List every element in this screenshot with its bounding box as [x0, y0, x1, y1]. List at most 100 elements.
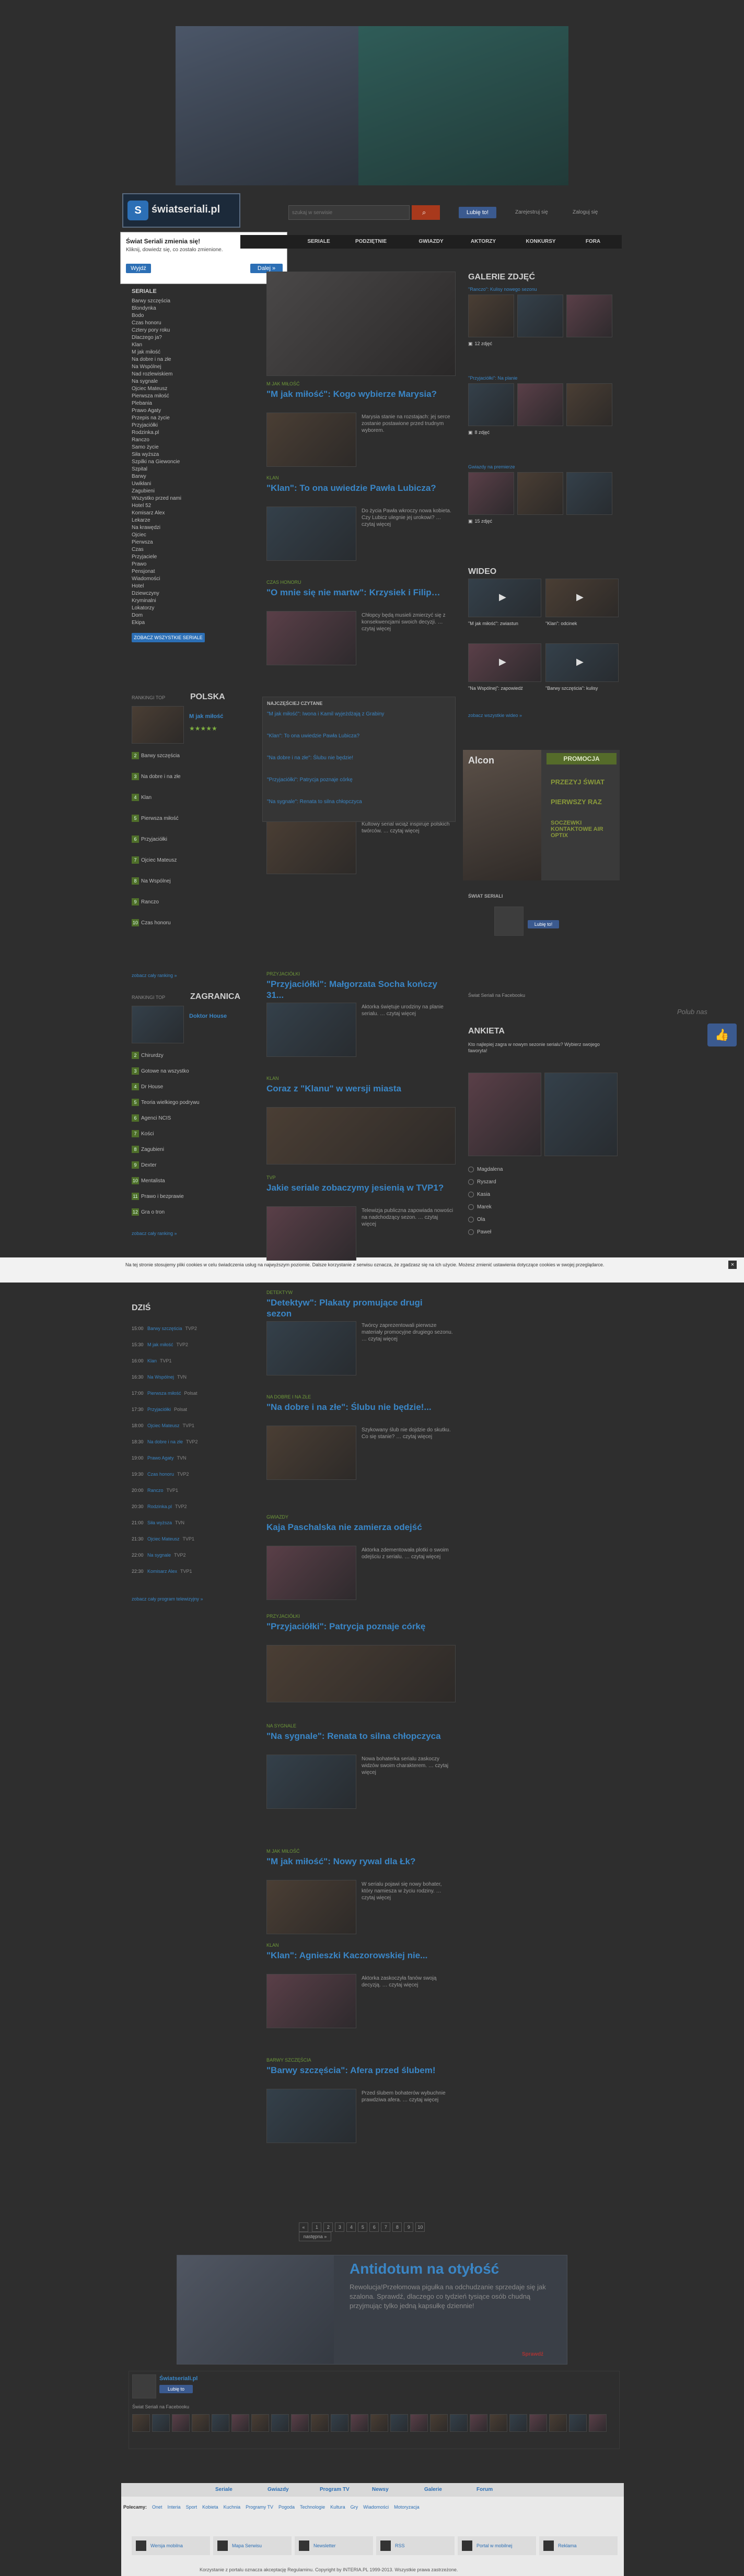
sidebar-item[interactable]: Prawo [132, 561, 252, 568]
popup-close-button[interactable]: Wyjdź [126, 264, 151, 273]
video-thumb[interactable]: ▶ [545, 579, 619, 617]
sidebar-item[interactable]: Na Wspólnej [132, 363, 252, 371]
sidebar-item[interactable]: Szpital [132, 466, 252, 473]
article-title[interactable]: "M jak miłość": Nowy rywal dla Łk? [266, 1856, 449, 1867]
most-read-item[interactable]: "Przyjaciółki": Patrycja poznaje córkę [267, 777, 450, 784]
register-link[interactable]: Zarejestruj się [515, 209, 548, 216]
article-title[interactable]: "M jak miłość": Kogo wybierze Marysia? [266, 389, 449, 399]
pagination-page[interactable]: 6 [369, 2222, 379, 2232]
article-image[interactable] [266, 1426, 356, 1480]
sidebar-item[interactable]: Kryminalni [132, 597, 252, 605]
top-banner[interactable] [176, 26, 568, 185]
sidebar-item[interactable]: Komisarz Alex [132, 510, 252, 517]
sidebar-item[interactable]: Barwy [132, 473, 252, 480]
nav-item-aktorzy[interactable]: AKTORZY [460, 235, 507, 249]
gallery-thumb[interactable] [468, 383, 514, 426]
bottom-ad[interactable]: Antidotum na otyłość Rewolucja!Przełomow… [177, 2255, 567, 2365]
pagination-page[interactable]: 4 [346, 2222, 356, 2232]
footer-link[interactable]: Gry [351, 2504, 358, 2510]
gallery-thumb[interactable] [468, 295, 514, 337]
footer-icon-item[interactable]: RSS [376, 2536, 455, 2555]
poll-option[interactable]: Ola [468, 1214, 614, 1226]
ranking-row[interactable]: 5 Pierwsza miłość [132, 814, 247, 824]
poll-photo-right[interactable] [544, 1073, 618, 1156]
sidebar-item[interactable]: Ranczo [132, 437, 252, 444]
sidebar-item[interactable]: Na krawędzi [132, 524, 252, 532]
article-category[interactable]: KLAN [266, 475, 279, 480]
sidebar-item[interactable]: Przepis na życie [132, 415, 252, 422]
sidebar-item[interactable]: Lekarze [132, 517, 252, 524]
nav-item-konkursy[interactable]: KONKURSY [517, 235, 564, 249]
gallery-thumb[interactable] [468, 472, 514, 515]
article-category[interactable]: M JAK MIŁOŚĆ [266, 1849, 300, 1854]
fb-fan-avatar[interactable] [271, 2414, 289, 2432]
article-title[interactable]: "Klan": Agnieszki Kaczorowskiej nie... [266, 1950, 449, 1961]
sidebar-item[interactable]: Lokatorzy [132, 605, 252, 612]
ranking-row[interactable]: 8 Na Wspólnej [132, 876, 247, 887]
fb-fan-avatar[interactable] [470, 2414, 487, 2432]
fb-plugin-name[interactable]: Światseriali.pl [159, 2375, 197, 2382]
tv-row[interactable]: 16:00 Klan TVP1 [132, 1358, 247, 1364]
article-title[interactable]: Coraz z "Klanu" w wersji miasta [266, 1083, 449, 1094]
ranking-row[interactable]: 8 Zagubieni [132, 1145, 247, 1155]
footer-nav-item[interactable]: Seriale [215, 2483, 233, 2497]
sidebar-item[interactable]: Na sygnale [132, 378, 252, 385]
article-category[interactable]: M JAK MIŁOŚĆ [266, 381, 300, 386]
sidebar-item[interactable]: Czas honoru [132, 320, 252, 327]
article-category[interactable]: PRZYJACIÓŁKI [266, 1614, 300, 1619]
fb-fan-avatar[interactable] [351, 2414, 368, 2432]
article-image[interactable] [266, 1755, 356, 1809]
tv-row[interactable]: 22:30 Komisarz Alex TVP1 [132, 1568, 247, 1574]
pagination-page[interactable]: 3 [335, 2222, 345, 2232]
article-title[interactable]: "Na sygnale": Renata to silna chłopczyca [266, 1731, 449, 1742]
ranking-row[interactable]: 4 Klan [132, 793, 247, 803]
sidebar-item[interactable]: Wszystko przed nami [132, 495, 252, 502]
sidebar-item[interactable]: Barwy szczęścia [132, 298, 252, 305]
pagination-page[interactable]: 5 [358, 2222, 368, 2232]
radio-icon[interactable] [468, 1179, 474, 1185]
ranking-pl-more-link[interactable]: zobacz cały ranking » [132, 972, 177, 979]
ranking-row[interactable]: 3 Gotowe na wszystko [132, 1066, 247, 1077]
nav-item-fora[interactable]: FORA [569, 235, 617, 249]
video-item[interactable]: ▶ "Na Wspólnej": zapowiedź [468, 643, 541, 705]
fb-fan-avatar[interactable] [430, 2414, 448, 2432]
footer-nav-item[interactable]: Galerie [424, 2483, 442, 2497]
sidebar-item[interactable]: Samo życie [132, 444, 252, 451]
fb-fan-avatar[interactable] [390, 2414, 408, 2432]
ranking-row[interactable]: 11 Prawo i bezprawie [132, 1192, 247, 1202]
tv-row[interactable]: 17:30 Przyjaciółki Polsat [132, 1406, 247, 1413]
ranking-row[interactable]: 6 Przyjaciółki [132, 834, 247, 845]
poll-option[interactable]: Magdalena [468, 1163, 614, 1176]
nav-item-seriale[interactable]: SERIALE [298, 235, 340, 249]
footer-link[interactable]: Motoryzacja [394, 2504, 420, 2510]
fb-fan-avatar[interactable] [450, 2414, 468, 2432]
tv-row[interactable]: 16:30 Na Wspólnej TVN [132, 1374, 247, 1380]
ranking-pl-top-image[interactable] [132, 706, 184, 744]
radio-icon[interactable] [468, 1166, 474, 1172]
search-button[interactable]: ⌕ [412, 205, 440, 220]
video-item[interactable]: ▶ "M jak miłość": zwiastun [468, 579, 541, 640]
pagination-prev[interactable]: « [299, 2222, 308, 2232]
footer-link[interactable]: Kobieta [202, 2504, 218, 2510]
footer-link[interactable]: Pogoda [278, 2504, 295, 2510]
tv-row[interactable]: 15:00 Barwy szczęścia TVP2 [132, 1325, 247, 1332]
pagination-page[interactable]: 7 [381, 2222, 391, 2232]
fb-fan-avatar[interactable] [410, 2414, 428, 2432]
sidebar-item[interactable]: Uwikłani [132, 480, 252, 488]
fb-fan-avatar[interactable] [490, 2414, 507, 2432]
ranking-row[interactable]: 9 Dexter [132, 1160, 247, 1171]
footer-link[interactable]: Wiadomości [363, 2504, 389, 2510]
footer-nav-item[interactable]: Program TV [320, 2483, 350, 2497]
article-category[interactable]: PRZYJACIÓŁKI [266, 971, 300, 977]
most-read-item[interactable]: "Na dobre i na złe": Ślubu nie będzie! [267, 755, 450, 762]
poll-photo-left[interactable] [468, 1073, 541, 1156]
sidebar-item[interactable]: Pierwsza [132, 539, 252, 546]
article-category[interactable]: TVP [266, 1175, 276, 1180]
video-thumb[interactable]: ▶ [545, 643, 619, 682]
sidebar-item[interactable]: Wiadomości [132, 575, 252, 583]
fb-fan-avatar[interactable] [132, 2414, 150, 2432]
gallery-thumb[interactable] [517, 472, 563, 515]
sidebar-item[interactable]: Nad rozlewiskiem [132, 371, 252, 378]
fb-plugin-like-button[interactable]: Lubię to [159, 2385, 193, 2393]
fb-fan-avatar[interactable] [311, 2414, 329, 2432]
